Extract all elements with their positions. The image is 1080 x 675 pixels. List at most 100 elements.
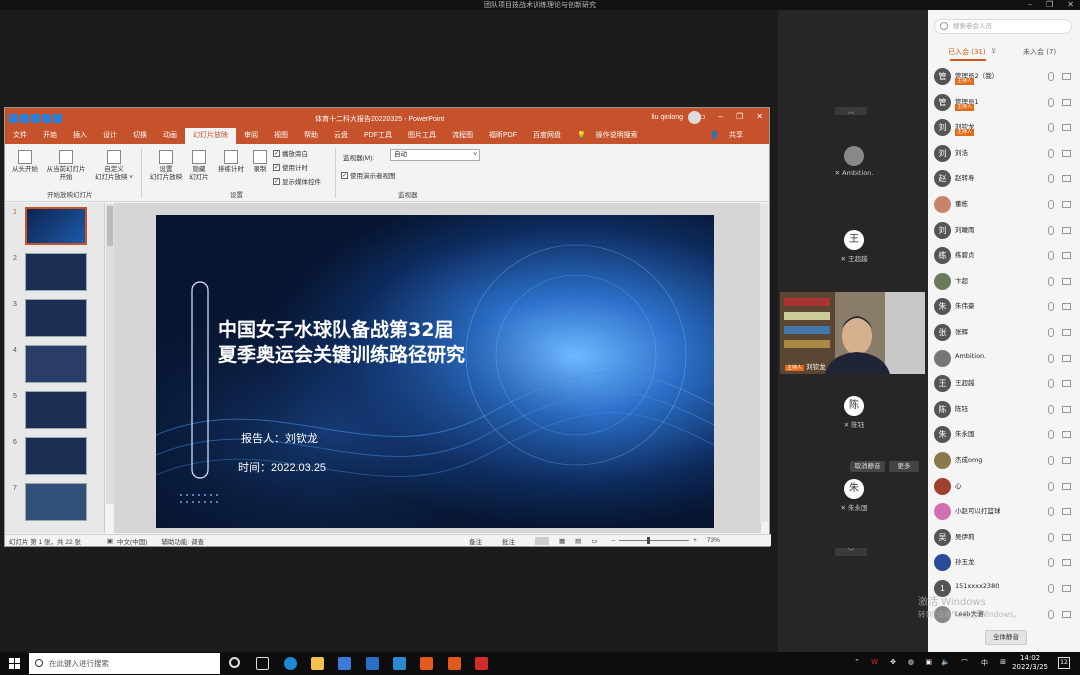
camera-icon[interactable] [1062,354,1071,362]
scroll-down-button[interactable]: ﹀ [835,548,867,556]
tray-chevron-icon[interactable]: ⌃ [854,658,860,666]
mic-icon[interactable] [1048,532,1054,542]
tab-help[interactable]: 帮助 [296,128,326,144]
camera-icon[interactable] [1062,610,1071,618]
rehearse-timings-button[interactable]: 排练计时 [215,150,247,174]
start-show-icon[interactable] [42,113,51,123]
participant-row[interactable]: 卞超 [928,269,1080,295]
video-tile[interactable]: 陈 ✕ 陈钰 [782,396,926,429]
scroll-thumb[interactable] [107,206,113,246]
zoom-level[interactable]: 73% [707,537,720,544]
video-tile[interactable]: ✕ Ambition. [782,146,926,177]
accessibility-status[interactable]: 辅助功能: 调查 [161,536,204,546]
ime-indicator[interactable]: 中 [981,658,988,668]
camera-icon[interactable] [1062,482,1071,490]
zoom-out-icon[interactable]: – [611,537,615,544]
tell-me-search[interactable]: 💡 操作说明搜索 [569,128,654,144]
camera-icon[interactable] [1062,149,1071,157]
participant-row[interactable]: 陈陈钰 [928,397,1080,423]
mic-icon[interactable] [1048,72,1054,81]
clock[interactable]: 14:02 2022/3/25 [1012,654,1048,672]
close-icon[interactable]: ✕ [1067,0,1074,10]
mic-icon[interactable] [1048,404,1054,414]
slide-thumbnail[interactable] [25,299,87,337]
tab-design[interactable]: 设计 [95,128,125,144]
tab-view[interactable]: 视图 [266,128,296,144]
participant-row[interactable]: 孙玉龙 [928,550,1080,576]
camera-icon[interactable] [1062,533,1071,541]
mic-icon[interactable] [1048,302,1054,312]
mic-icon[interactable] [1048,174,1054,184]
edge-icon[interactable] [284,657,297,670]
current-slide[interactable]: 中国女子水球队备战第32届 夏季奥运会关键训练路径研究 报告人：刘钦龙 时间：2… [156,215,714,528]
video-tile[interactable]: 朱 ✕ 朱永国 [782,479,926,512]
mic-icon[interactable] [1048,558,1054,568]
mic-icon[interactable] [1048,200,1054,209]
camera-icon[interactable] [1062,201,1071,208]
participant-row[interactable]: 小赵可以打篮球 [928,499,1080,525]
sorter-view-icon[interactable]: ▦ [559,537,565,545]
tab-home[interactable]: 开始 [35,128,65,144]
mic-icon[interactable] [1048,456,1054,465]
task-view-icon[interactable] [256,657,269,670]
slide-scrollbar[interactable] [760,204,768,522]
normal-view-icon[interactable] [535,536,549,545]
tab-cloud[interactable]: 云盘 [326,128,356,144]
camera-icon[interactable] [1062,508,1071,516]
mic-icon[interactable] [1048,609,1054,619]
mic-icon[interactable] [1048,328,1054,337]
participant-row[interactable]: 管管理员1 主持人 [928,90,1080,116]
tab-insert[interactable]: 插入 [65,128,95,144]
store-icon[interactable] [338,657,351,670]
participant-row[interactable]: 王王超越 [928,371,1080,397]
slide-thumbnail[interactable] [25,345,87,383]
camera-icon[interactable] [1062,380,1071,388]
mic-icon[interactable] [1048,97,1054,107]
hide-slide-button[interactable]: 隐藏 幻灯片 [185,150,213,182]
participant-row[interactable]: 刘刘浩 [928,141,1080,167]
video-tile[interactable]: 王 ✕ 王超越 [782,230,926,263]
close-icon[interactable]: ✕ [756,112,763,121]
language-indicator[interactable]: 中文(中国) [117,536,147,546]
tab-pdf-tools[interactable]: PDF工具 [356,128,400,144]
from-beginning-button[interactable]: 从头开始 [9,150,41,174]
participant-row[interactable]: 赵赵转寿 [928,166,1080,192]
chk-presenter-view[interactable]: ✓ 使用演示者视图 [341,170,396,180]
slide-thumbnail[interactable] [25,207,87,245]
camera-icon[interactable] [1062,98,1071,106]
notification-center-icon[interactable]: 12 [1058,657,1070,669]
participant-row[interactable]: 练练碧贞 [928,243,1080,269]
tab-slideshow[interactable]: 幻灯片放映 [185,128,236,144]
file-explorer-icon[interactable] [311,657,324,670]
participant-row[interactable]: 张张辉 [928,320,1080,346]
mic-icon[interactable] [1048,430,1054,440]
tab-transitions[interactable]: 切换 [125,128,155,144]
camera-icon[interactable] [1062,252,1071,260]
camera-icon[interactable] [1062,559,1071,567]
participant-row[interactable]: 管管理员2（我） 主持人 [928,64,1080,90]
mic-icon[interactable] [1048,225,1054,235]
windows-start-icon[interactable] [9,658,20,669]
mic-icon[interactable] [1048,276,1054,286]
monitor-select[interactable]: 自动 ˅ [390,149,480,161]
save-icon[interactable] [9,113,18,123]
zoom-slider[interactable] [619,537,690,544]
participant-row[interactable]: 吴吴伊莉 [928,525,1080,551]
mic-icon[interactable] [1048,379,1054,389]
mail-icon[interactable] [366,657,379,670]
restore-icon[interactable]: ❐ [1046,0,1053,10]
volume-icon[interactable]: 🔈 [941,658,950,666]
slide-thumbnail[interactable] [25,437,87,475]
ime-mode-icon[interactable]: ⊞ [1000,658,1006,666]
participant-row[interactable]: 刘刘瞰雨 [928,218,1080,244]
minimize-icon[interactable]: – [719,112,723,121]
camera-icon[interactable] [1062,303,1071,311]
tab-file[interactable]: 文件 [5,128,35,144]
tab-not-joined[interactable]: 未入会 (7) [1023,47,1056,57]
mic-icon[interactable] [1048,507,1054,517]
slide-thumbnail[interactable] [25,391,87,429]
cortana-icon[interactable] [229,657,240,668]
zoom-in-icon[interactable]: + [693,537,697,544]
participant-search[interactable]: 搜索参会人员 [934,19,1072,34]
tab-flowchart[interactable]: 流程图 [444,128,481,144]
